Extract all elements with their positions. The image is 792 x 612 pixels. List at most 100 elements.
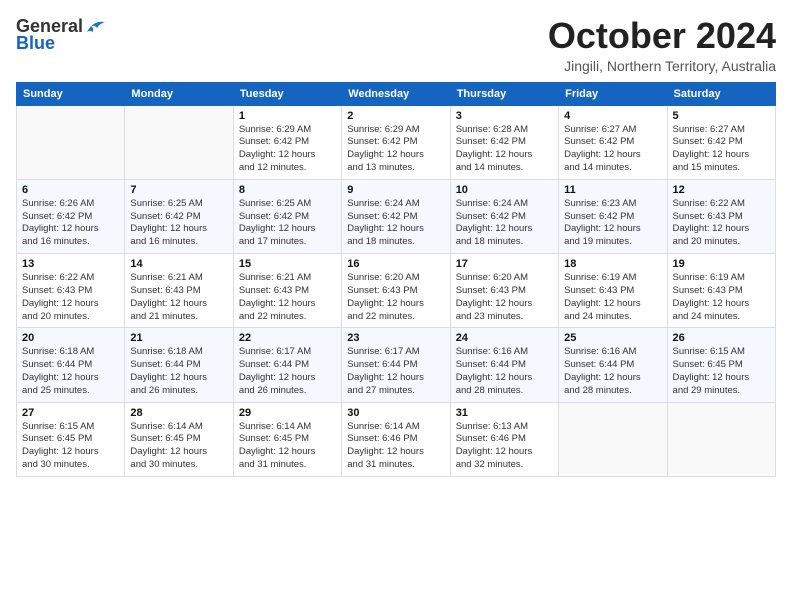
col-tuesday: Tuesday	[233, 82, 341, 105]
day-info: Sunrise: 6:14 AM Sunset: 6:46 PM Dayligh…	[347, 421, 444, 472]
day-info: Sunrise: 6:27 AM Sunset: 6:42 PM Dayligh…	[564, 124, 661, 175]
logo-bird-icon	[85, 18, 107, 36]
day-number: 2	[347, 110, 444, 122]
day-number: 3	[456, 110, 553, 122]
day-info: Sunrise: 6:20 AM Sunset: 6:43 PM Dayligh…	[456, 272, 553, 323]
day-info: Sunrise: 6:24 AM Sunset: 6:42 PM Dayligh…	[456, 198, 553, 249]
calendar-table: Sunday Monday Tuesday Wednesday Thursday…	[16, 82, 776, 477]
logo: General Blue	[16, 16, 107, 54]
month-title: October 2024	[548, 16, 776, 56]
col-friday: Friday	[559, 82, 667, 105]
calendar-cell: 15 Sunrise: 6:21 AM Sunset: 6:43 PM Dayli…	[233, 254, 341, 328]
day-number: 27	[22, 407, 119, 419]
col-thursday: Thursday	[450, 82, 558, 105]
calendar-week-2: 6 Sunrise: 6:26 AM Sunset: 6:42 PM Daylig…	[17, 179, 776, 253]
col-saturday: Saturday	[667, 82, 775, 105]
calendar-cell: 17 Sunrise: 6:20 AM Sunset: 6:43 PM Dayli…	[450, 254, 558, 328]
calendar-cell: 6 Sunrise: 6:26 AM Sunset: 6:42 PM Daylig…	[17, 179, 125, 253]
calendar-week-4: 20 Sunrise: 6:18 AM Sunset: 6:44 PM Dayli…	[17, 328, 776, 402]
calendar-cell: 16 Sunrise: 6:20 AM Sunset: 6:43 PM Dayli…	[342, 254, 450, 328]
calendar-cell	[125, 105, 233, 179]
day-number: 15	[239, 258, 336, 270]
day-info: Sunrise: 6:16 AM Sunset: 6:44 PM Dayligh…	[564, 346, 661, 397]
day-info: Sunrise: 6:18 AM Sunset: 6:44 PM Dayligh…	[22, 346, 119, 397]
day-info: Sunrise: 6:24 AM Sunset: 6:42 PM Dayligh…	[347, 198, 444, 249]
col-monday: Monday	[125, 82, 233, 105]
calendar-cell: 8Sunrise: 6:25 AM Sunset: 6:42 PM Daylig…	[233, 179, 341, 253]
day-number: 12	[673, 184, 770, 196]
day-number: 9	[347, 184, 444, 196]
calendar-cell	[667, 402, 775, 476]
day-number: 21	[130, 332, 227, 344]
calendar-cell: 11 Sunrise: 6:23 AM Sunset: 6:42 PM Dayli…	[559, 179, 667, 253]
calendar-header-row: Sunday Monday Tuesday Wednesday Thursday…	[17, 82, 776, 105]
calendar-week-5: 27 Sunrise: 6:15 AM Sunset: 6:45 PM Dayli…	[17, 402, 776, 476]
calendar-cell: 24 Sunrise: 6:16 AM Sunset: 6:44 PM Dayli…	[450, 328, 558, 402]
day-number: 23	[347, 332, 444, 344]
day-info: Sunrise: 6:13 AM Sunset: 6:46 PM Dayligh…	[456, 421, 553, 472]
day-info: Sunrise: 6:25 AM Sunset: 6:42 PM Dayligh…	[130, 198, 227, 249]
day-info: Sunrise: 6:20 AM Sunset: 6:43 PM Dayligh…	[347, 272, 444, 323]
day-number: 22	[239, 332, 336, 344]
day-info: Sunrise: 6:18 AM Sunset: 6:44 PM Dayligh…	[130, 346, 227, 397]
calendar-cell: 12Sunrise: 6:22 AM Sunset: 6:43 PM Dayli…	[667, 179, 775, 253]
calendar-cell: 18Sunrise: 6:19 AM Sunset: 6:43 PM Dayli…	[559, 254, 667, 328]
day-number: 14	[130, 258, 227, 270]
calendar-cell: 23Sunrise: 6:17 AM Sunset: 6:44 PM Dayli…	[342, 328, 450, 402]
calendar-cell: 30 Sunrise: 6:14 AM Sunset: 6:46 PM Dayli…	[342, 402, 450, 476]
calendar-cell: 31Sunrise: 6:13 AM Sunset: 6:46 PM Dayli…	[450, 402, 558, 476]
day-info: Sunrise: 6:15 AM Sunset: 6:45 PM Dayligh…	[22, 421, 119, 472]
calendar-cell: 14 Sunrise: 6:21 AM Sunset: 6:43 PM Dayli…	[125, 254, 233, 328]
day-info: Sunrise: 6:26 AM Sunset: 6:42 PM Dayligh…	[22, 198, 119, 249]
day-number: 5	[673, 110, 770, 122]
day-number: 11	[564, 184, 661, 196]
day-info: Sunrise: 6:15 AM Sunset: 6:45 PM Dayligh…	[673, 346, 770, 397]
calendar-cell: 19 Sunrise: 6:19 AM Sunset: 6:43 PM Dayli…	[667, 254, 775, 328]
col-wednesday: Wednesday	[342, 82, 450, 105]
day-info: Sunrise: 6:21 AM Sunset: 6:43 PM Dayligh…	[239, 272, 336, 323]
day-info: Sunrise: 6:27 AM Sunset: 6:42 PM Dayligh…	[673, 124, 770, 175]
location-subtitle: Jingili, Northern Territory, Australia	[548, 58, 776, 74]
calendar-cell: 25Sunrise: 6:16 AM Sunset: 6:44 PM Dayli…	[559, 328, 667, 402]
day-info: Sunrise: 6:21 AM Sunset: 6:43 PM Dayligh…	[130, 272, 227, 323]
day-info: Sunrise: 6:28 AM Sunset: 6:42 PM Dayligh…	[456, 124, 553, 175]
day-number: 7	[130, 184, 227, 196]
day-info: Sunrise: 6:19 AM Sunset: 6:43 PM Dayligh…	[673, 272, 770, 323]
day-number: 30	[347, 407, 444, 419]
calendar-cell: 5 Sunrise: 6:27 AM Sunset: 6:42 PM Daylig…	[667, 105, 775, 179]
page-header: General Blue October 2024 Jingili, North…	[16, 16, 776, 74]
calendar-cell: 2Sunrise: 6:29 AM Sunset: 6:42 PM Daylig…	[342, 105, 450, 179]
calendar-cell: 20 Sunrise: 6:18 AM Sunset: 6:44 PM Dayli…	[17, 328, 125, 402]
day-number: 1	[239, 110, 336, 122]
day-info: Sunrise: 6:22 AM Sunset: 6:43 PM Dayligh…	[22, 272, 119, 323]
day-info: Sunrise: 6:23 AM Sunset: 6:42 PM Dayligh…	[564, 198, 661, 249]
calendar-cell: 3 Sunrise: 6:28 AM Sunset: 6:42 PM Daylig…	[450, 105, 558, 179]
calendar-cell: 4Sunrise: 6:27 AM Sunset: 6:42 PM Daylig…	[559, 105, 667, 179]
day-number: 19	[673, 258, 770, 270]
title-block: October 2024 Jingili, Northern Territory…	[548, 16, 776, 74]
calendar-cell: 1Sunrise: 6:29 AM Sunset: 6:42 PM Daylig…	[233, 105, 341, 179]
day-number: 17	[456, 258, 553, 270]
calendar-cell: 9 Sunrise: 6:24 AM Sunset: 6:42 PM Daylig…	[342, 179, 450, 253]
calendar-cell: 26Sunrise: 6:15 AM Sunset: 6:45 PM Dayli…	[667, 328, 775, 402]
calendar-week-3: 13 Sunrise: 6:22 AM Sunset: 6:43 PM Dayli…	[17, 254, 776, 328]
day-info: Sunrise: 6:14 AM Sunset: 6:45 PM Dayligh…	[130, 421, 227, 472]
day-number: 20	[22, 332, 119, 344]
calendar-cell: 22 Sunrise: 6:17 AM Sunset: 6:44 PM Dayli…	[233, 328, 341, 402]
day-number: 16	[347, 258, 444, 270]
day-info: Sunrise: 6:14 AM Sunset: 6:45 PM Dayligh…	[239, 421, 336, 472]
day-number: 28	[130, 407, 227, 419]
calendar-cell: 13 Sunrise: 6:22 AM Sunset: 6:43 PM Dayli…	[17, 254, 125, 328]
day-number: 6	[22, 184, 119, 196]
day-number: 24	[456, 332, 553, 344]
day-number: 13	[22, 258, 119, 270]
day-info: Sunrise: 6:19 AM Sunset: 6:43 PM Dayligh…	[564, 272, 661, 323]
logo-blue: Blue	[16, 33, 55, 54]
day-info: Sunrise: 6:17 AM Sunset: 6:44 PM Dayligh…	[239, 346, 336, 397]
col-sunday: Sunday	[17, 82, 125, 105]
calendar-cell: 21 Sunrise: 6:18 AM Sunset: 6:44 PM Dayli…	[125, 328, 233, 402]
day-info: Sunrise: 6:16 AM Sunset: 6:44 PM Dayligh…	[456, 346, 553, 397]
day-number: 29	[239, 407, 336, 419]
calendar-cell	[559, 402, 667, 476]
calendar-cell: 7 Sunrise: 6:25 AM Sunset: 6:42 PM Daylig…	[125, 179, 233, 253]
